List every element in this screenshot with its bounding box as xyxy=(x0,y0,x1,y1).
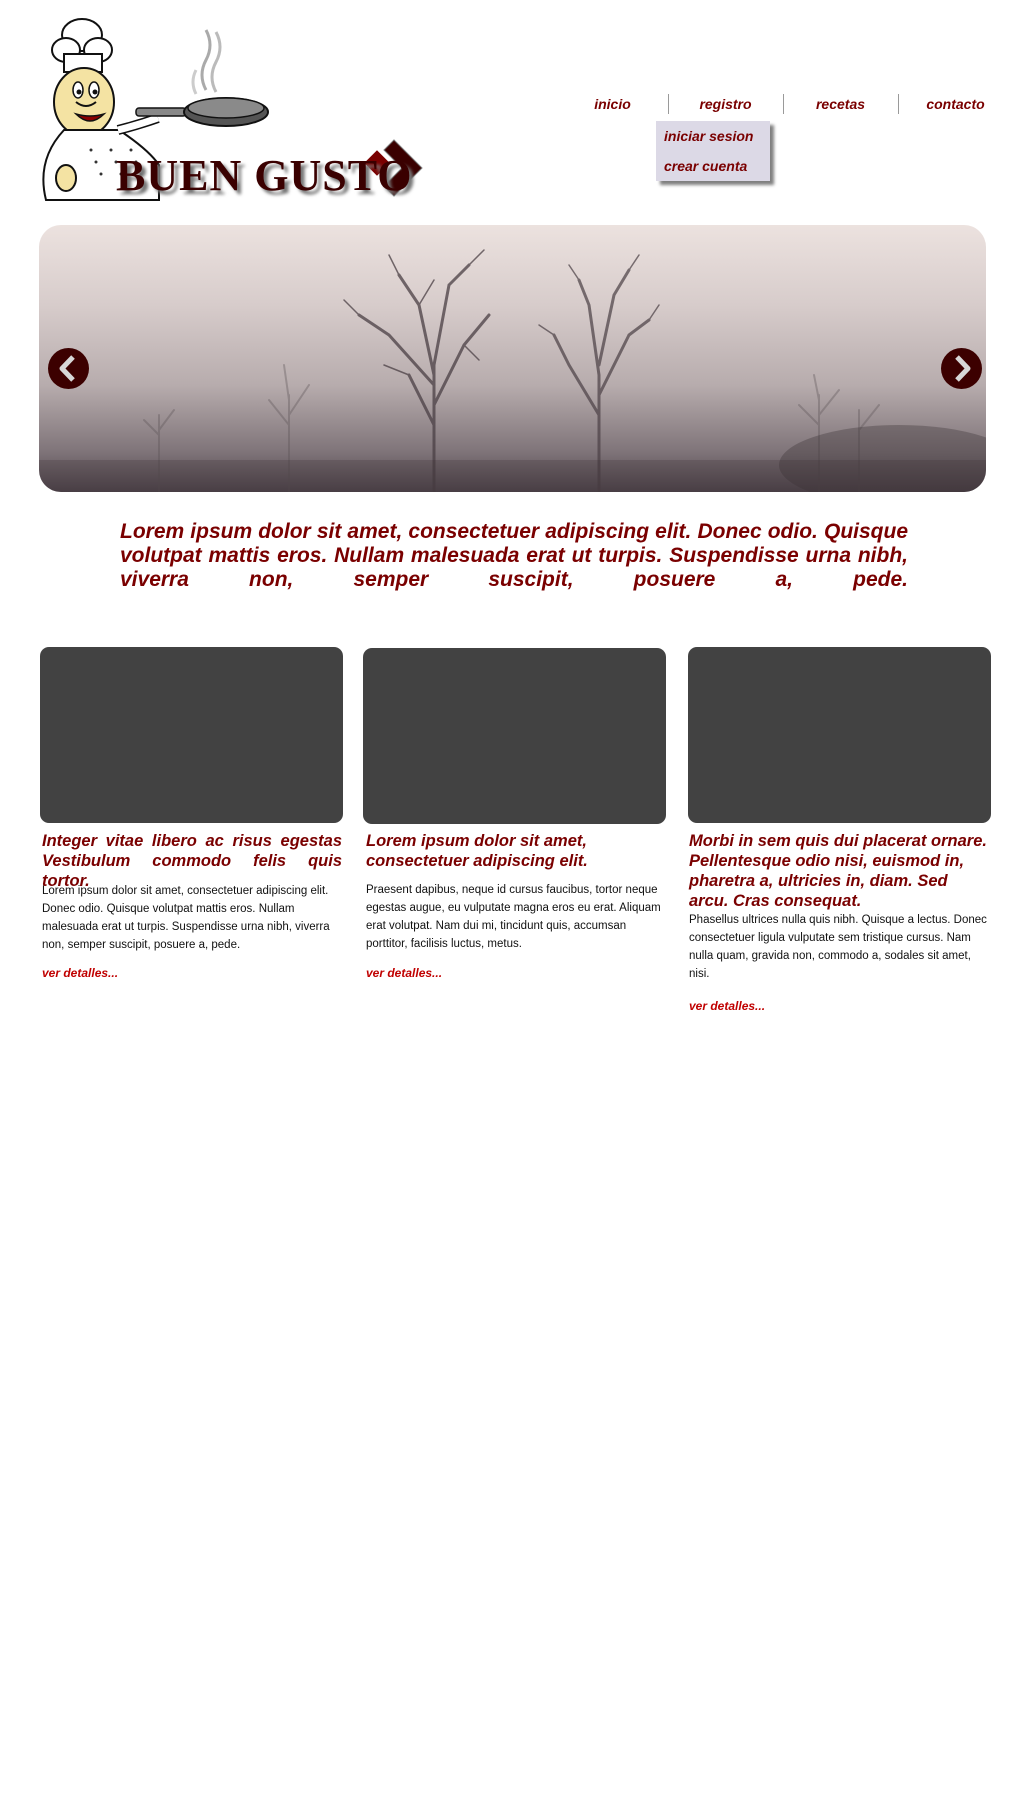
card-body: Praesent dapibus, neque id cursus faucib… xyxy=(366,884,661,950)
hero-slider xyxy=(39,225,986,492)
chevron-left-icon xyxy=(59,355,75,382)
slider-prev-button[interactable] xyxy=(48,348,89,389)
card-image xyxy=(363,648,666,824)
ver-detalles-link[interactable]: ver detalles... xyxy=(366,966,442,980)
card-body: Phasellus ultrices nulla quis nibh. Quis… xyxy=(689,914,987,980)
slider-next-button[interactable] xyxy=(941,348,982,389)
nav-item-recetas[interactable]: recetas xyxy=(783,92,898,116)
ver-detalles-link[interactable]: ver detalles... xyxy=(689,999,765,1013)
card-title: Morbi in sem quis dui placerat ornare. P… xyxy=(689,832,987,910)
nav-item-registro[interactable]: registro xyxy=(668,92,783,116)
submenu-iniciar-sesion[interactable]: iniciar sesion xyxy=(664,128,753,144)
submenu-crear-cuenta[interactable]: crear cuenta xyxy=(664,158,747,174)
chevron-right-icon xyxy=(955,355,971,382)
card-image xyxy=(40,647,343,823)
card-title: Lorem ipsum dolor sit amet, consectetuer… xyxy=(366,832,588,870)
intro-text: Lorem ipsum dolor sit amet, consectetuer… xyxy=(120,520,908,591)
card-image xyxy=(688,647,991,823)
nav-item-inicio[interactable]: inicio xyxy=(555,92,670,116)
logo[interactable]: BUEN GUSTO xyxy=(36,10,456,210)
main-nav: inicio registro recetas contacto xyxy=(555,92,995,120)
foggy-trees-image xyxy=(39,249,986,492)
registro-dropdown: iniciar sesion crear cuenta xyxy=(656,121,770,181)
card-body: Lorem ipsum dolor sit amet, consectetuer… xyxy=(42,885,330,951)
ver-detalles-link[interactable]: ver detalles... xyxy=(42,966,118,980)
brand-name: BUEN GUSTO xyxy=(116,151,413,200)
nav-item-contacto[interactable]: contacto xyxy=(898,92,1013,116)
